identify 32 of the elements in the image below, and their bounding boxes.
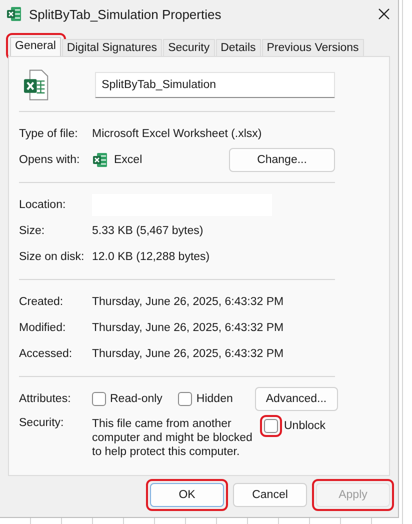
property-value: Thursday, June 26, 2025, 6:43:32 PM (92, 296, 285, 308)
change-button[interactable]: Change... (229, 148, 335, 172)
property-label: Opens with: (19, 154, 81, 166)
property-label: Attributes: (19, 393, 72, 405)
tab[interactable]: Details (216, 39, 261, 56)
property-value: Thursday, June 26, 2025, 6:43:32 PM (92, 348, 285, 360)
property-value: Thursday, June 26, 2025, 6:43:32 PM (92, 322, 285, 334)
tab[interactable]: Security (163, 39, 215, 56)
tab[interactable]: General (10, 37, 61, 56)
security-message: This file came from another computer and might be blocked to help protect this computer. (92, 417, 254, 459)
tab[interactable]: Previous Versions (262, 39, 364, 56)
file-name-field[interactable]: SplitByTab_Simulation (94, 72, 335, 98)
checkbox-label: Read-only (110, 393, 162, 405)
property-label: Modified: (19, 322, 67, 334)
property-value: 5.33 KB (5,467 bytes) (92, 225, 204, 237)
dialog-button[interactable]: Cancel (233, 483, 307, 507)
property-value: 12.0 KB (12,288 bytes) (92, 251, 211, 263)
property-label: Size on disk: (19, 251, 86, 263)
property-label: Security: (19, 417, 65, 431)
tab[interactable]: Digital Signatures (62, 39, 162, 56)
property-label: Created: (19, 296, 64, 308)
dialog-button[interactable]: OK (150, 483, 224, 507)
window-title: SplitByTab_Simulation Properties (29, 6, 222, 22)
property-value: Microsoft Excel Worksheet (.xlsx) (92, 128, 263, 140)
checkbox-label: Unblock (284, 420, 326, 432)
property-label: Accessed: (19, 348, 74, 360)
property-label: Type of file: (19, 128, 79, 140)
app-name: Excel (114, 154, 142, 166)
advanced-button[interactable]: Advanced... (254, 387, 338, 411)
property-label: Location: (19, 199, 67, 211)
checkbox-label: Hidden (196, 393, 233, 405)
property-label: Size: (19, 225, 46, 237)
